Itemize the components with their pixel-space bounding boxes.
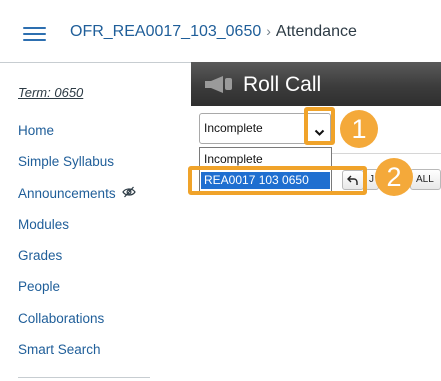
step-badge-2: 2 xyxy=(375,158,413,196)
toolbar-divider xyxy=(332,153,441,154)
sidebar-item-grades[interactable]: Grades xyxy=(18,240,158,271)
roll-call-title: Roll Call xyxy=(243,73,322,96)
sidebar-item-simple-syllabus[interactable]: Simple Syllabus xyxy=(18,146,158,177)
sidebar-item-smart-search[interactable]: Smart Search xyxy=(18,334,158,365)
highlight-dropdown-arrow xyxy=(304,107,335,145)
course-nav-sidebar: Term: 0650 Home Simple Syllabus Announce… xyxy=(18,84,158,365)
mark-all-button[interactable]: ALL xyxy=(410,169,441,190)
sidebar-item-collaborations[interactable]: Collaborations xyxy=(18,303,158,334)
sidebar-divider xyxy=(18,377,150,378)
step-badge-1: 1 xyxy=(340,110,378,148)
breadcrumb: OFR_REA0017_103_0650 › Attendance xyxy=(70,21,357,42)
sidebar-item-people[interactable]: People xyxy=(18,271,158,302)
sidebar-item-home[interactable]: Home xyxy=(18,115,158,146)
eye-slash-icon xyxy=(121,178,136,209)
section-select-value: Incomplete xyxy=(204,121,263,135)
term-label: Term: 0650 xyxy=(18,85,84,100)
megaphone-icon xyxy=(204,75,234,98)
breadcrumb-separator: › xyxy=(266,23,271,39)
breadcrumb-course-link[interactable]: OFR_REA0017_103_0650 xyxy=(70,23,261,40)
course-header: OFR_REA0017_103_0650 › Attendance xyxy=(0,0,441,63)
sidebar-item-modules[interactable]: Modules xyxy=(18,209,158,240)
breadcrumb-current-page: Attendance xyxy=(275,23,357,40)
sidebar-item-announcements[interactable]: Announcements xyxy=(18,178,158,209)
roll-call-header: Roll Call xyxy=(191,62,441,106)
sidebar-item-label: Announcements xyxy=(18,185,116,201)
highlight-section-option xyxy=(188,166,367,195)
hamburger-menu-icon[interactable] xyxy=(23,27,46,43)
